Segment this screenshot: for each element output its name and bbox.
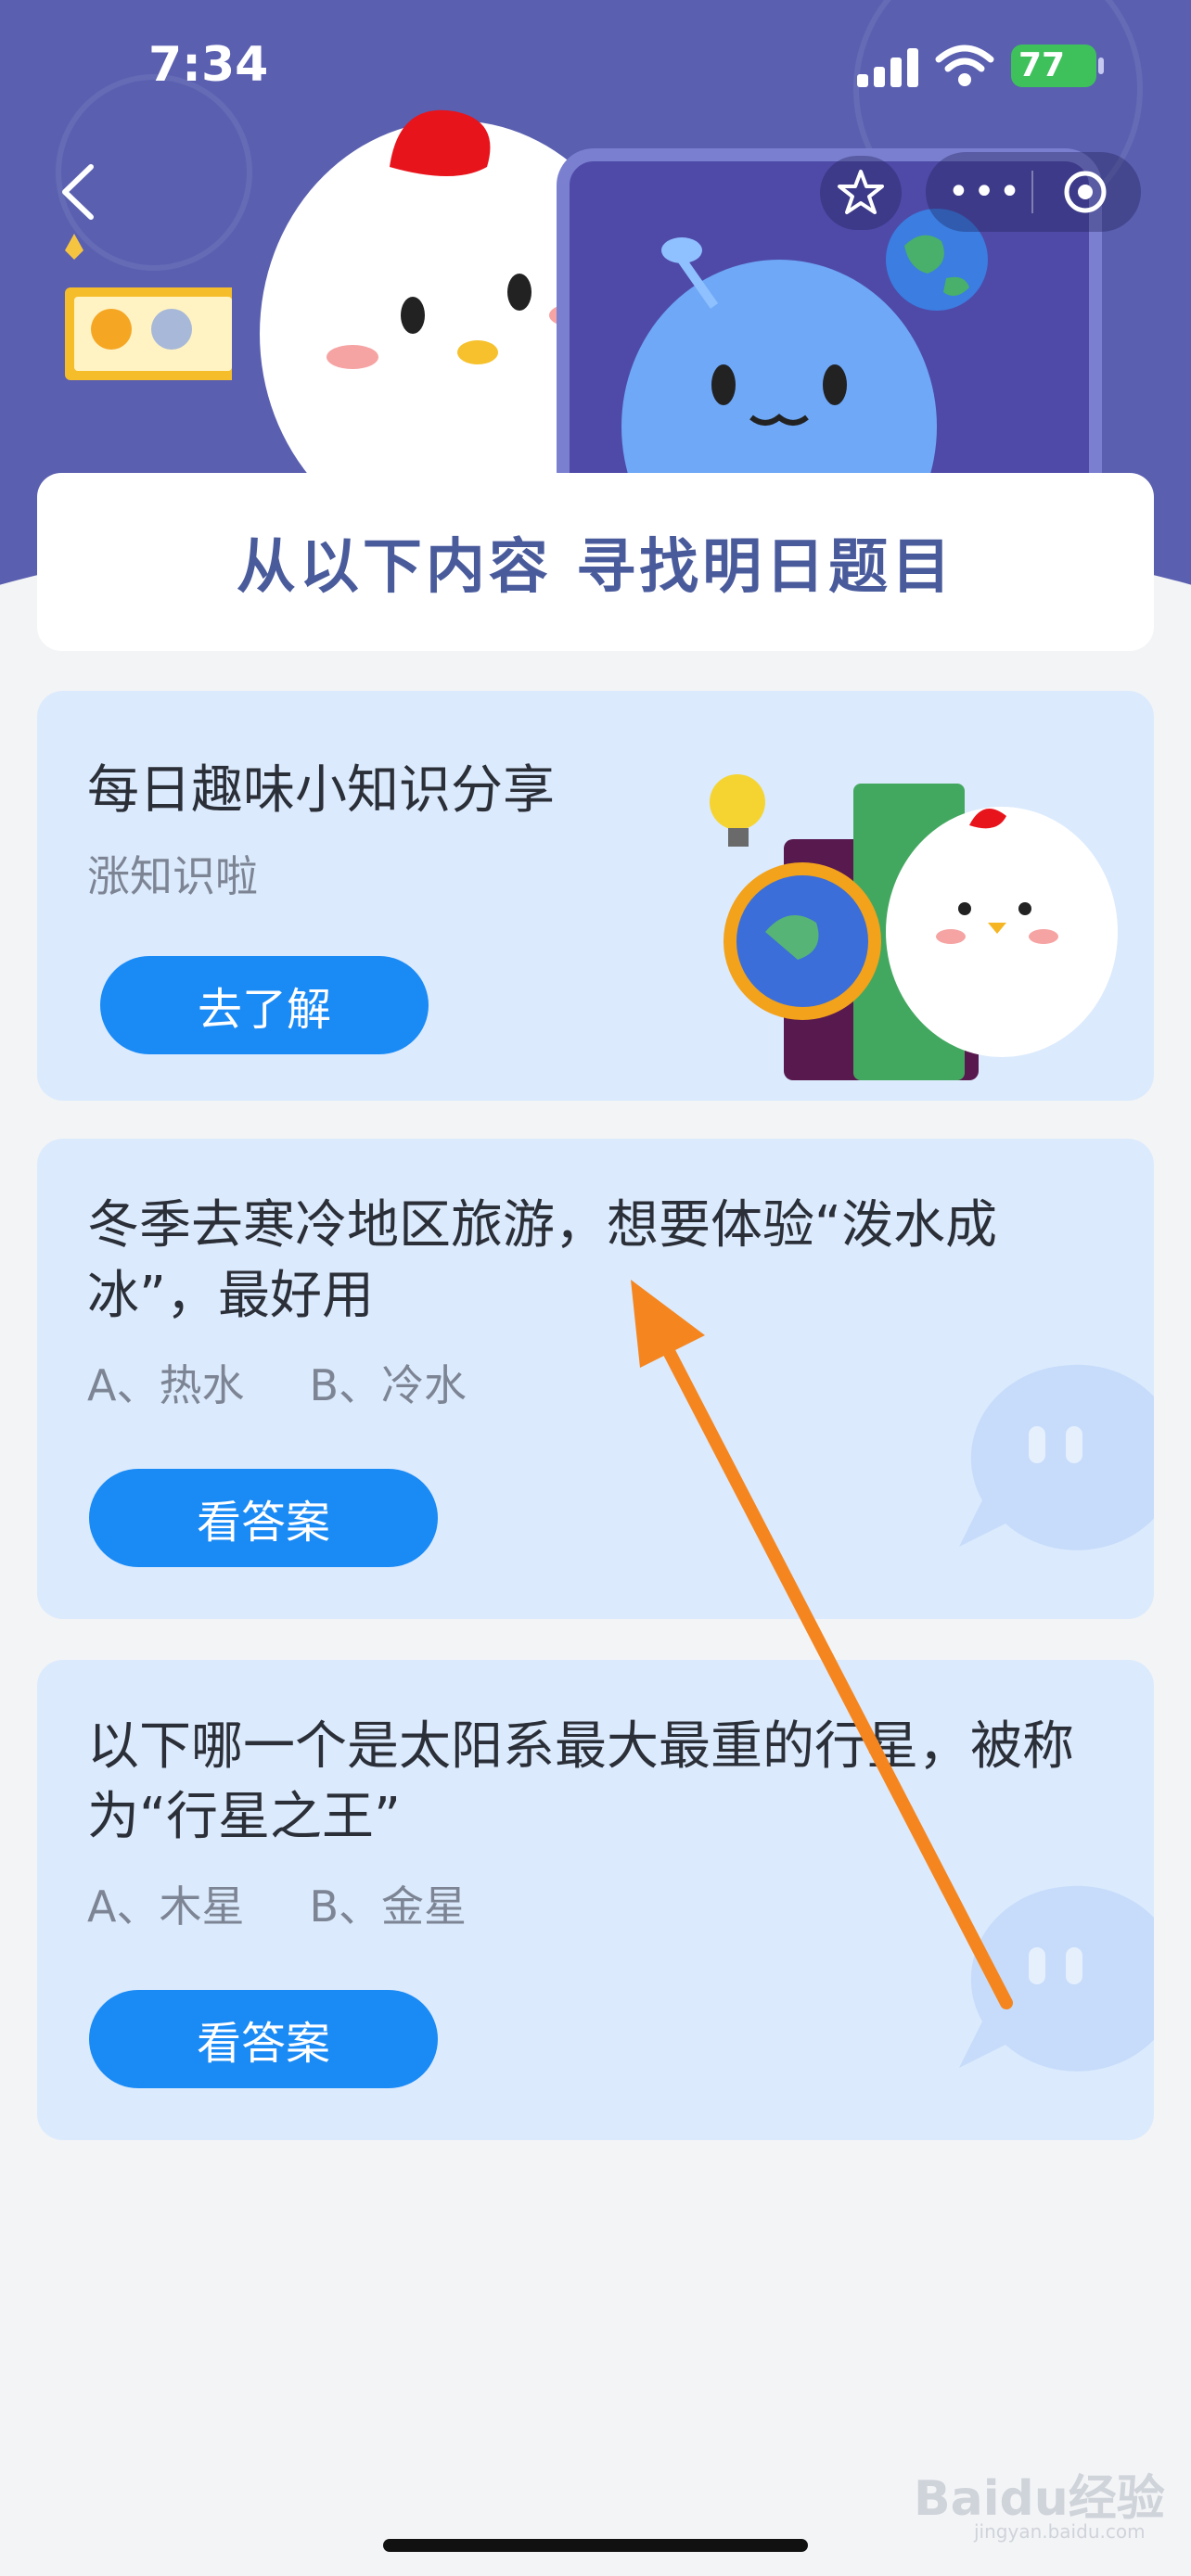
star-icon — [838, 170, 884, 214]
option-a: A、热水 — [87, 1360, 245, 1410]
view-answer-button[interactable]: 看答案 — [89, 1469, 438, 1567]
question-text: 以下哪一个是太阳系最大最重的行星，被称为“行星之王” — [87, 1716, 1074, 1847]
medal-sign-decor — [65, 234, 232, 380]
battery-level: 77 — [1018, 46, 1066, 84]
home-indicator[interactable] — [383, 2539, 808, 2552]
battery-tip — [1098, 57, 1104, 74]
more-icon[interactable]: ••• — [948, 152, 1021, 232]
chat-bubble-icon — [959, 1885, 1154, 2072]
option-b: B、冷水 — [309, 1360, 467, 1410]
alien-illustration — [621, 237, 937, 510]
chat-bubble-icon — [959, 1364, 1154, 1550]
battery-icon: 77 — [1011, 45, 1096, 87]
status-time: 7:34 — [148, 37, 269, 93]
option-a: A、木星 — [87, 1881, 245, 1932]
target-icon[interactable] — [1061, 168, 1109, 216]
favorite-button[interactable] — [820, 156, 902, 230]
watermark-url: jingyan.baidu.com — [974, 2520, 1146, 2543]
daily-card-subtitle: 涨知识啦 — [87, 851, 258, 901]
mini-program-capsule: ••• — [926, 152, 1141, 232]
learn-more-button[interactable]: 去了解 — [100, 956, 429, 1054]
question-text: 冬季去寒冷地区旅游，想要体验“泼水成冰”，最好用 — [87, 1195, 998, 1326]
daily-card-title: 每日趣味小知识分享 — [87, 760, 555, 821]
capsule-divider — [1031, 171, 1033, 213]
question-options: A、木星 B、金星 — [87, 1873, 531, 1934]
signal-icon — [857, 46, 922, 87]
daily-knowledge-card[interactable]: 每日趣味小知识分享 涨知识啦 去了解 — [37, 691, 1154, 1101]
option-b: B、金星 — [309, 1881, 467, 1932]
find-question-banner: 从以下内容 寻找明日题目 — [37, 473, 1154, 651]
wifi-icon — [935, 45, 994, 86]
chick-books-illustration — [710, 774, 1118, 1080]
back-icon[interactable] — [54, 159, 100, 224]
question-options: A、热水 B、冷水 — [87, 1352, 531, 1413]
watermark: Baidu经验 — [914, 2471, 1165, 2527]
banner-title: 从以下内容 寻找明日题目 — [236, 533, 955, 602]
question-card: 冬季去寒冷地区旅游，想要体验“泼水成冰”，最好用 A、热水 B、冷水 看答案 — [37, 1139, 1154, 1619]
view-answer-button[interactable]: 看答案 — [89, 1990, 438, 2088]
question-card: 以下哪一个是太阳系最大最重的行星，被称为“行星之王” A、木星 B、金星 看答案 — [37, 1660, 1154, 2140]
